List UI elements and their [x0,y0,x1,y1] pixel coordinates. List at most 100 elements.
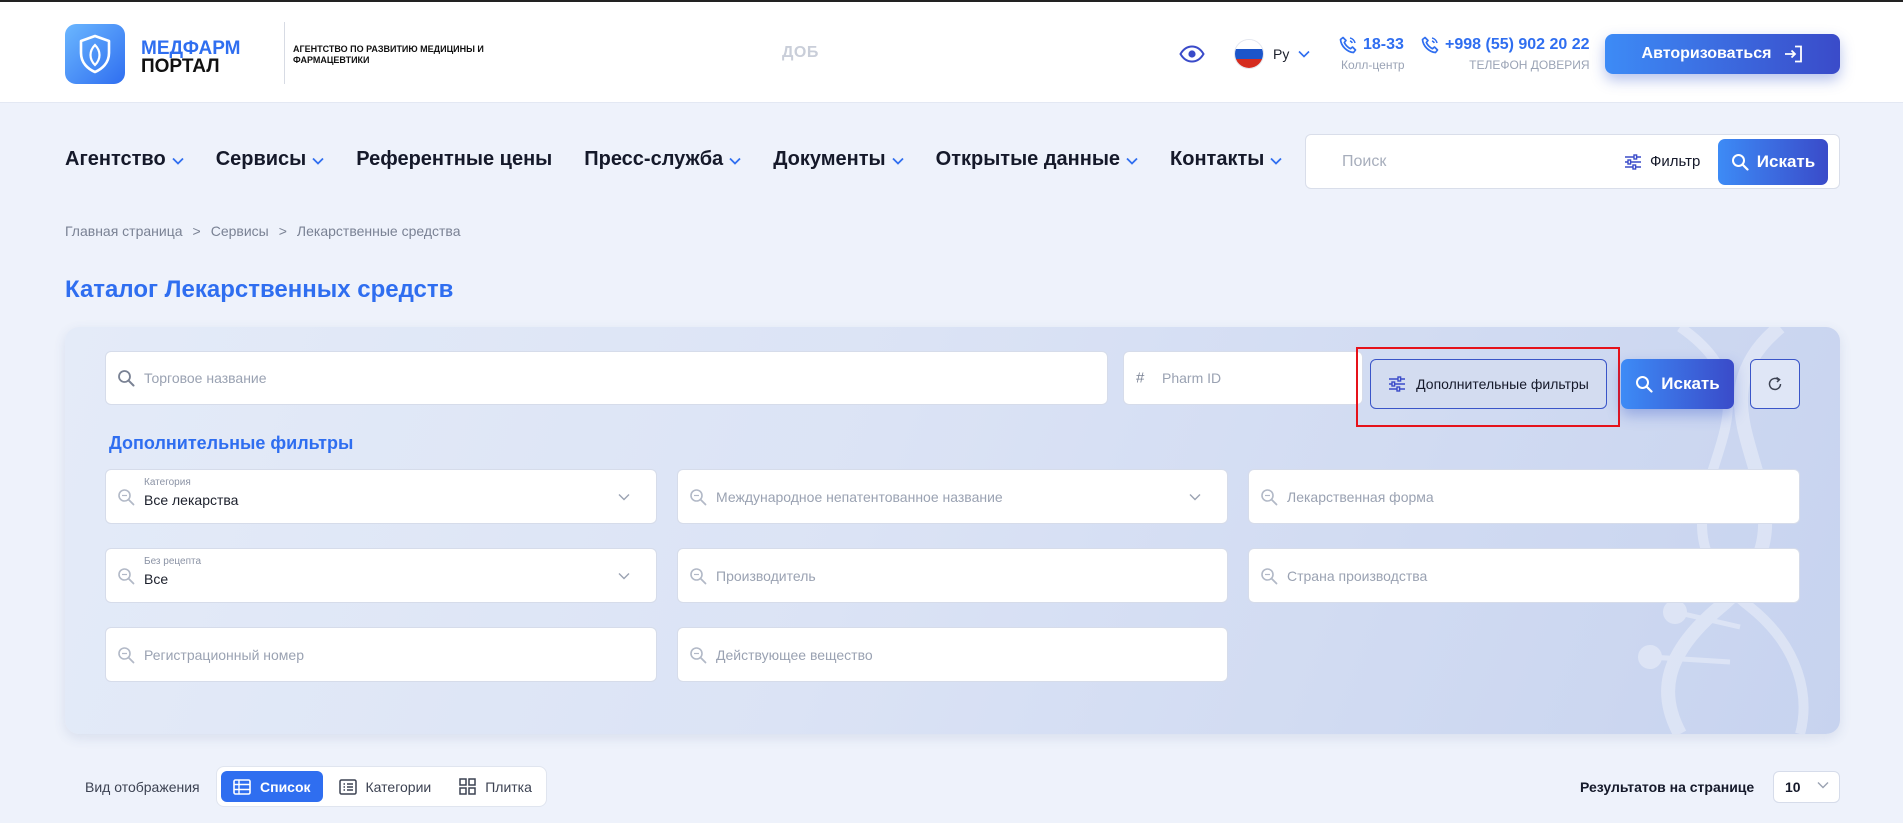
list-icon [233,778,251,795]
nav-item-open-data[interactable]: Открытые данные [936,148,1138,171]
catalog-search-label: Искать [1661,374,1720,393]
reset-button[interactable] [1750,359,1800,409]
breadcrumb-services[interactable]: Сервисы [211,223,269,239]
login-button-label: Авторизоваться [1641,45,1772,62]
trust-phone-caption: ТЕЛЕФОН ДОВЕРИЯ [1469,58,1590,72]
language-switcher[interactable]: Ру [1234,38,1310,70]
per-page-value: 10 [1785,779,1801,795]
inn-select[interactable] [677,469,1228,524]
news-ticker: ДОБ [782,44,819,61]
more-filters-button[interactable]: Дополнительные фильтры [1370,359,1607,409]
country-input[interactable] [1287,549,1777,602]
view-option-categories[interactable]: Категории [327,771,444,802]
reg-number-field [105,627,657,682]
catalog-filter-panel: # Дополнительные фильтры Искать Дополнит… [65,327,1840,734]
site-filter-button[interactable]: Фильтр [1624,153,1700,170]
nav-item-label: Агентство [65,148,166,170]
login-icon [1785,45,1803,63]
search-icon [689,488,707,506]
nav-item-label: Открытые данные [935,148,1121,170]
site-search-button[interactable]: Искать [1718,139,1828,185]
nav-item-label: Контакты [1170,148,1265,170]
nav-item-press[interactable]: Пресс-служба [584,148,741,171]
nav-item-documents[interactable]: Документы [773,148,904,171]
view-option-tiles[interactable]: Плитка [447,771,544,802]
manufacturer-field [677,548,1228,603]
breadcrumb-home[interactable]: Главная страница [65,223,183,239]
breadcrumb-separator: > [278,223,287,239]
chevron-down-icon [1298,50,1310,58]
breadcrumb: Главная страница > Сервисы > Лекарственн… [65,223,461,239]
trade-name-field [105,351,1108,405]
categories-icon [338,778,357,795]
inn-input[interactable] [716,470,1176,523]
chevron-down-icon [172,157,184,165]
sliders-icon [1389,376,1406,392]
main-nav: Агентство Сервисы Референтные цены Пресс… [65,148,1282,171]
logo-icon[interactable] [65,24,125,84]
search-icon [1260,567,1278,585]
dosage-form-input[interactable] [1287,470,1777,523]
otc-label: Без рецепта [144,556,202,567]
nav-item-label: Документы [773,148,886,170]
catalog-search-button[interactable]: Искать [1621,359,1734,409]
agency-name: АГЕНТСТВО ПО РАЗВИТИЮ МЕДИЦИНЫ И ФАРМАЦЕ… [293,44,484,65]
chevron-down-icon [729,157,741,165]
reg-number-input[interactable] [144,628,634,681]
chevron-down-icon [618,493,630,501]
view-mode-switcher: Список Категории Плитка [216,766,547,807]
otc-select[interactable]: Без рецепта Все [105,548,657,603]
chevron-down-icon [892,157,904,165]
search-icon [689,567,707,585]
chevron-down-icon [1817,781,1829,789]
pharm-id-field: # [1123,351,1363,405]
per-page-select[interactable]: 10 [1773,771,1840,803]
logo-text[interactable]: МЕДФАРМ ПОРТАЛ [141,39,241,77]
trust-phone[interactable]: +998 (55) 902 20 22 ТЕЛЕФОН ДОВЕРИЯ [1421,36,1590,72]
nav-item-label: Пресс-служба [584,148,724,170]
nav-item-contacts[interactable]: Контакты [1170,148,1282,171]
accessibility-eye-icon[interactable] [1178,42,1206,66]
manufacturer-input[interactable] [716,549,1206,602]
trade-name-input[interactable] [144,352,1084,404]
pharm-id-input[interactable] [1162,352,1352,404]
logo-line-2: ПОРТАЛ [141,56,220,77]
hash-icon: # [1136,369,1145,387]
sliders-icon [1625,153,1641,170]
search-icon [117,646,135,664]
nav-item-reference-prices[interactable]: Референтные цены [356,148,552,171]
grid-icon [459,778,476,795]
trust-phone-number: +998 (55) 902 20 22 [1445,36,1590,53]
russia-flag-icon [1234,39,1264,69]
breadcrumb-separator: > [192,223,201,239]
search-icon [1731,154,1749,171]
language-code: Ру [1273,46,1290,62]
site-filter-label: Фильтр [1650,153,1701,170]
category-value: Все лекарства [144,492,239,508]
chevron-down-icon [312,157,324,165]
active-substance-input[interactable] [716,628,1206,681]
call-center-caption: Колл-центр [1341,58,1405,72]
search-icon [689,646,707,664]
call-center-phone[interactable]: 18-33 Колл-центр [1339,36,1405,72]
more-filters-label: Дополнительные фильтры [1416,376,1589,392]
otc-value: Все [144,571,169,587]
country-field [1248,548,1800,603]
site-search-label: Искать [1756,152,1816,171]
search-icon [1260,488,1278,506]
nav-item-label: Референтные цены [356,148,553,170]
additional-filters-heading: Дополнительные фильтры [109,433,354,453]
site-search-input[interactable] [1320,147,1620,177]
top-header: МЕДФАРМ ПОРТАЛ АГЕНТСТВО ПО РАЗВИТИЮ МЕД… [0,0,1903,102]
login-button[interactable]: Авторизоваться [1605,34,1840,74]
chevron-down-icon [1189,493,1201,501]
view-option-label: Категории [365,778,432,795]
nav-item-agency[interactable]: Агентство [65,148,184,171]
phone-icon [1339,36,1357,54]
search-icon [1636,376,1653,393]
category-select[interactable]: Категория Все лекарства [105,469,657,524]
nav-item-services[interactable]: Сервисы [216,148,325,171]
search-icon [117,369,135,387]
view-option-list[interactable]: Список [221,771,323,802]
per-page-label: Результатов на странице [1580,779,1755,795]
